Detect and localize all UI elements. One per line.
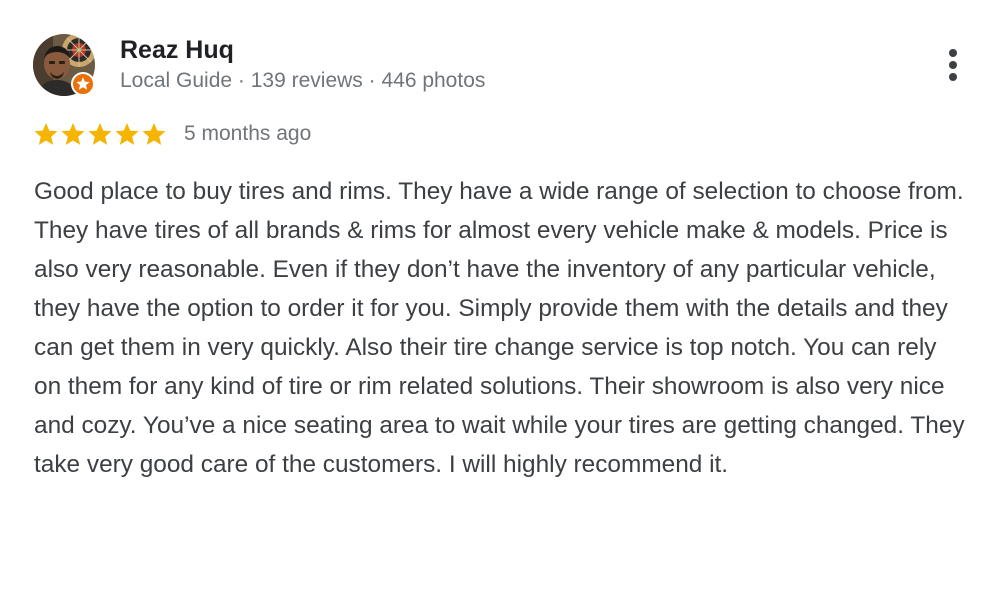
more-vert-icon-dot: [949, 61, 957, 69]
rating-row: 5 months ago: [33, 119, 311, 149]
local-guide-badge-icon: [71, 72, 95, 96]
star-icon: [34, 122, 58, 145]
review-date: 5 months ago: [184, 122, 312, 145]
more-options-button[interactable]: [938, 44, 968, 86]
author-avatar[interactable]: [33, 34, 97, 98]
star-rating: [33, 121, 167, 147]
star-icon: [61, 122, 85, 145]
star-icon: [88, 122, 112, 145]
more-vert-icon-dot: [949, 73, 957, 81]
star-icon: [115, 122, 139, 145]
review-text: Good place to buy tires and rims. They h…: [34, 178, 965, 478]
review-card: Reaz Huq Local Guide · 139 reviews · 446…: [0, 0, 1000, 600]
author-meta: Local Guide · 139 reviews · 446 photos: [120, 69, 486, 92]
more-vert-icon: [949, 49, 957, 57]
star-icon: [142, 122, 166, 145]
author-name[interactable]: Reaz Huq: [120, 36, 234, 65]
